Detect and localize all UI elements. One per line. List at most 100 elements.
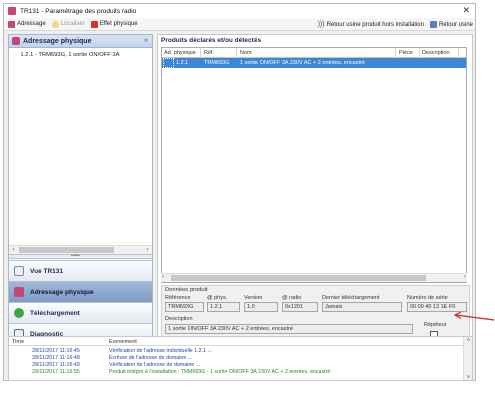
- localiser-label: Localiser: [60, 21, 85, 27]
- log-vertical-scrollbar[interactable]: ˄ ˅: [463, 337, 472, 380]
- reference-field: TRM693G: [165, 302, 204, 312]
- grid-scroll-right-icon[interactable]: ›: [464, 274, 466, 280]
- label-numero-serie: Numéro de série: [407, 295, 448, 301]
- col-description[interactable]: Description: [422, 50, 450, 56]
- grid-horizontal-scrollbar[interactable]: ‹ ›: [161, 273, 467, 282]
- nav-telechargement[interactable]: Téléchargement: [9, 302, 152, 323]
- details-title: Données produit: [165, 287, 208, 293]
- scroll-thumb[interactable]: [19, 247, 114, 253]
- col-ref[interactable]: Réf.: [204, 50, 214, 56]
- label-description: Description: [165, 316, 193, 322]
- left-panel-header: Adressage physique «: [9, 35, 152, 48]
- nav-vue-tr131-label: Vue TR131: [30, 267, 63, 275]
- tree-item-label: 1.2.1 - TRM693G, 1 sortie ON/OFF 3A: [20, 52, 120, 58]
- col-piece[interactable]: Pièce: [399, 50, 413, 56]
- log-entry-message: Vérification de l'adresse individuelle 1…: [109, 348, 212, 354]
- row-focus-indicator: [163, 58, 174, 68]
- log-scroll-down-icon[interactable]: ˅: [464, 375, 472, 380]
- app-window: TR131 - Paramétrage des produits radio ✕…: [3, 3, 476, 381]
- log-entry[interactable]: 28/11/2017 11:16:48 Ecriture de l'adresse…: [9, 355, 459, 362]
- cell-nom: 1 sortie ON/OFF 3A 230V AC + 2 entrées, …: [240, 60, 365, 66]
- description-field: 1 sortie ON/OFF 3A 230V AC + 2 entrées, …: [165, 324, 413, 334]
- version-field: 1.0: [244, 302, 278, 312]
- log-scroll-up-icon[interactable]: ˄: [464, 338, 472, 344]
- app-icon: [8, 7, 16, 15]
- table-row[interactable]: 1.2.1 TRM693G 1 sortie ON/OFF 3A 230V AC…: [162, 58, 466, 68]
- log-entry-message: Produit intégré à l'installation : TRM69…: [109, 369, 331, 375]
- grid-header: Ad. physique Réf. Nom Pièce Description: [162, 48, 466, 58]
- log-entry-time: 28/11/2017 11:16:55: [32, 369, 80, 375]
- left-panel-title: Adressage physique: [23, 37, 92, 45]
- log-entry-time: 28/11/2017 11:16:45: [32, 348, 80, 354]
- title-bar: TR131 - Paramétrage des produits radio ✕: [4, 4, 475, 18]
- grid-scroll-thumb[interactable]: [171, 275, 426, 281]
- col-ad-physique[interactable]: Ad. physique: [164, 50, 196, 56]
- retour-usine-button[interactable]: Retour usine: [428, 19, 475, 30]
- splitter-grip-icon: •••••: [71, 253, 80, 259]
- radio-field: 0x1201: [282, 302, 318, 312]
- nav-vue-tr131[interactable]: Vue TR131: [9, 260, 152, 281]
- log-entry[interactable]: 28/11/2017 11:16:55 Produit intégré à l'i…: [9, 369, 459, 376]
- log-entry[interactable]: 28/11/2017 11:16:45 Vérification de l'adr…: [9, 348, 459, 355]
- adressage-physique-nav-icon: [14, 287, 24, 297]
- log-header: Time Evenement: [9, 337, 472, 346]
- toolbar: Adressage Localiser Effet physique ))) R…: [4, 18, 475, 31]
- label-dernier-telechargement: Dernier téléchargement: [322, 295, 380, 301]
- col-separator: [236, 48, 237, 58]
- scroll-left-icon[interactable]: ‹: [9, 246, 18, 254]
- label-reference: Référence: [165, 295, 191, 301]
- effet-physique-icon: [90, 20, 98, 28]
- window-title: TR131 - Paramétrage des produits radio: [20, 7, 137, 15]
- localiser-icon: [51, 20, 59, 28]
- panel-splitter[interactable]: •••••: [9, 254, 152, 259]
- annotation-arrow-line: [455, 314, 495, 321]
- products-grid: Ad. physique Réf. Nom Pièce Description …: [161, 47, 467, 283]
- adressage-physique-icon: [12, 37, 20, 45]
- wireless-reset-icon: ))): [317, 21, 325, 28]
- toolbar-right-group: ))) Retour usine produit hors installati…: [314, 19, 475, 30]
- log-entry-message: Vérification de l'adresse de domaine ...: [109, 362, 201, 368]
- log-entry-time: 28/11/2017 11:16:48: [32, 355, 80, 361]
- localiser-button[interactable]: Localiser: [50, 19, 87, 30]
- nav-adressage-physique[interactable]: Adressage physique: [9, 281, 152, 302]
- tree-item[interactable]: ··· 1.2.1 - TRM693G, 1 sortie ON/OFF 3A: [9, 49, 152, 58]
- device-icon: [14, 266, 24, 276]
- scroll-right-icon[interactable]: ›: [143, 246, 152, 254]
- adressage-label: Adressage: [17, 21, 46, 27]
- retour-usine-hors-label: Retour usine produit hors installation: [326, 21, 424, 28]
- col-separator: [200, 48, 201, 58]
- label-radio: @ radio: [282, 295, 302, 301]
- product-tree: ··· 1.2.1 - TRM693G, 1 sortie ON/OFF 3A: [9, 49, 152, 245]
- retour-usine-hors-installation-button[interactable]: ))) Retour usine produit hors installati…: [316, 19, 426, 30]
- left-panel: Adressage physique « ··· 1.2.1 - TRM693G…: [8, 34, 153, 346]
- log-col-event[interactable]: Evenement: [109, 339, 137, 345]
- label-phys: @ phys.: [207, 295, 228, 301]
- download-icon: [14, 308, 24, 318]
- col-separator: [395, 48, 396, 58]
- col-separator: [458, 48, 459, 58]
- col-separator: [419, 48, 420, 58]
- adressage-icon: [8, 20, 15, 28]
- dernier-telechargement-field: Jamais: [322, 302, 402, 312]
- cell-ad-physique: 1.2.1: [176, 60, 189, 66]
- col-nom[interactable]: Nom: [240, 50, 252, 56]
- tree-horizontal-scrollbar[interactable]: ‹ ›: [9, 245, 152, 254]
- products-panel-title: Produits déclarés et/ou détectés: [161, 37, 262, 44]
- nav-telechargement-label: Téléchargement: [30, 309, 80, 317]
- adressage-button[interactable]: Adressage: [6, 19, 48, 30]
- retour-usine-label: Retour usine: [438, 21, 473, 28]
- products-panel: Produits déclarés et/ou détectés Ad. phy…: [157, 34, 473, 346]
- effet-physique-button[interactable]: Effet physique: [89, 19, 140, 30]
- cell-ref: TRM693G: [204, 60, 230, 66]
- event-log: Time Evenement 28/11/2017 11:16:45 Vérifi…: [8, 336, 473, 381]
- collapse-panel-icon[interactable]: «: [144, 37, 148, 44]
- close-icon[interactable]: ✕: [462, 5, 470, 16]
- factory-reset-icon: [429, 21, 437, 28]
- log-entry[interactable]: 28/11/2017 11:16:49 Vérification de l'adr…: [9, 362, 459, 369]
- log-entry-message: Ecriture de l'adresse de domaine ...: [109, 355, 193, 361]
- grid-scroll-left-icon[interactable]: ‹: [162, 274, 164, 280]
- label-repeteur: Répéteur: [424, 322, 447, 328]
- log-col-time[interactable]: Time: [12, 339, 24, 345]
- nav-adressage-physique-label: Adressage physique: [30, 288, 94, 296]
- phys-field: 1.2.1: [207, 302, 240, 312]
